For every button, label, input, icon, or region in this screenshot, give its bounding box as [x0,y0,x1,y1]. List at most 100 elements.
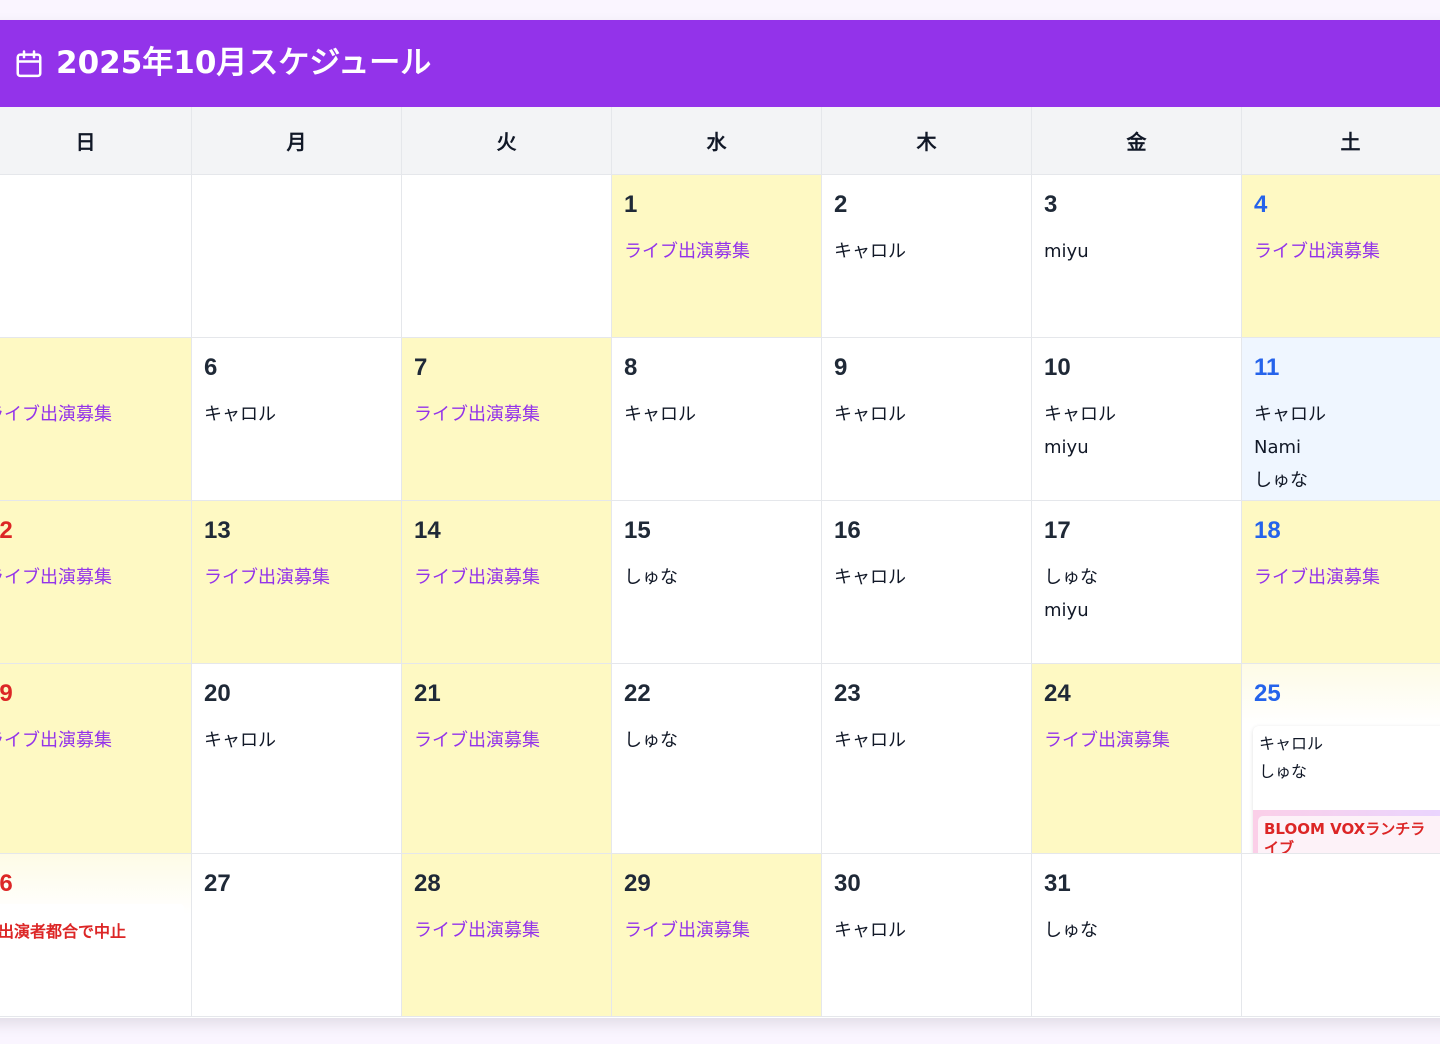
event-recruit[interactable]: ライブ出演募集 [624,914,750,947]
day-cell-7[interactable]: 7 ライブ出演募集 [402,338,612,501]
event-performer[interactable]: キャロル [1253,730,1440,758]
day-number: 8 [624,354,638,381]
calendar-header: 2025年10月スケジュール [0,20,1440,107]
day-cell-1[interactable]: 1 ライブ出演募集 [612,175,822,338]
event-performer[interactable]: miyu [1044,235,1089,268]
day-number: 24 [1044,680,1071,707]
calendar-icon [16,50,42,78]
day-cell-12[interactable]: 12 ライブ出演募集 [0,501,192,664]
day-cell-9[interactable]: 9 キャロル [822,338,1032,501]
event-performer[interactable]: miyu [1044,431,1116,464]
event-performer[interactable]: キャロル [834,724,906,757]
event-recruit[interactable]: ライブ出演募集 [1254,235,1380,268]
weekday-mon: 月 [192,107,402,175]
page-title: 2025年10月スケジュール [56,45,432,81]
day-cell-30[interactable]: 30 キャロル [822,854,1032,1017]
day-number: 28 [414,870,441,897]
day-number: 2 [834,191,848,218]
special-event-panel[interactable]: キャロル しゅな BLOOM VOXランチライブ [1253,726,1440,853]
weekday-sat: 土 [1242,107,1440,175]
event-performer[interactable]: しゅな [1044,561,1098,594]
day-cell-6[interactable]: 6 キャロル [192,338,402,501]
day-cell-19[interactable]: 19 ライブ出演募集 [0,664,192,854]
day-cell-24[interactable]: 24 ライブ出演募集 [1032,664,1242,854]
event-performer[interactable]: しゅな [1253,758,1440,786]
event-performer[interactable]: キャロル [204,724,276,757]
day-cell-16[interactable]: 16 キャロル [822,501,1032,664]
day-number: 11 [1254,354,1280,381]
day-number: 7 [414,354,428,381]
day-number: 21 [414,680,441,707]
day-number: 26 [0,870,13,897]
cancel-notice: 出演者都合で中止 [0,922,127,941]
event-performer[interactable]: キャロル [834,398,906,431]
weekday-fri: 金 [1032,107,1242,175]
day-cell-29[interactable]: 29 ライブ出演募集 [612,854,822,1017]
day-cell-22[interactable]: 22 しゅな [612,664,822,854]
event-performer[interactable]: キャロル [204,398,276,431]
event-recruit[interactable]: ライブ出演募集 [204,561,330,594]
day-cell-8[interactable]: 8 キャロル [612,338,822,501]
event-recruit[interactable]: ライブ出演募集 [624,235,750,268]
day-number: 9 [834,354,848,381]
event-recruit[interactable]: ライブ出演募集 [1044,724,1170,757]
event-performer[interactable]: キャロル [1254,398,1326,431]
day-cell-23[interactable]: 23 キャロル [822,664,1032,854]
day-cell-10[interactable]: 10 キャロル miyu [1032,338,1242,501]
event-recruit[interactable]: ライブ出演募集 [414,561,540,594]
day-number: 27 [204,870,231,897]
event-performer[interactable]: miyu [1044,594,1098,627]
event-performer[interactable]: しゅな [1044,914,1098,947]
weekday-sun: 日 [0,107,192,175]
day-cell-3[interactable]: 3 miyu [1032,175,1242,338]
day-cell-5[interactable]: 5 ライブ出演募集 [0,338,192,501]
event-recruit[interactable]: ライブ出演募集 [414,914,540,947]
day-cell-13[interactable]: 13 ライブ出演募集 [192,501,402,664]
day-cell-20[interactable]: 20 キャロル [192,664,402,854]
day-number: 17 [1044,517,1071,544]
event-recruit[interactable]: ライブ出演募集 [0,398,112,431]
event-recruit[interactable]: ライブ出演募集 [1254,561,1380,594]
day-number: 6 [204,354,218,381]
weekday-tue: 火 [402,107,612,175]
day-cell-18[interactable]: 18 ライブ出演募集 [1242,501,1440,664]
event-performer[interactable]: キャロル [624,398,696,431]
day-cell-21[interactable]: 21 ライブ出演募集 [402,664,612,854]
event-performer[interactable]: しゅな [1254,464,1326,497]
event-performer[interactable]: キャロル [834,235,906,268]
calendar-card: 2025年10月スケジュール 日 月 火 水 木 金 土 1 ライブ出演募集 2… [0,20,1440,1018]
day-cell-4[interactable]: 4 ライブ出演募集 [1242,175,1440,338]
event-performer[interactable]: Nami [1254,431,1326,464]
day-number: 30 [834,870,861,897]
event-recruit[interactable]: ライブ出演募集 [0,724,112,757]
day-cell-15[interactable]: 15 しゅな [612,501,822,664]
day-number: 13 [204,517,231,544]
special-event-title[interactable]: BLOOM VOXランチライブ [1258,816,1440,853]
day-number: 22 [624,680,651,707]
cancel-notice-panel: 出演者都合で中止 [0,904,184,1016]
event-recruit[interactable]: ライブ出演募集 [414,724,540,757]
event-performer[interactable]: しゅな [624,561,678,594]
day-cell-27[interactable]: 27 [192,854,402,1017]
day-number: 1 [624,191,638,218]
event-performer[interactable]: しゅな [624,724,678,757]
event-recruit[interactable]: ライブ出演募集 [414,398,540,431]
event-performer[interactable]: キャロル [834,914,906,947]
event-performer[interactable]: キャロル [834,561,906,594]
day-number: 16 [834,517,861,544]
day-cell-17[interactable]: 17 しゅな miyu [1032,501,1242,664]
special-event-banner: BLOOM VOXランチライブ [1253,810,1440,853]
day-cell-empty [402,175,612,338]
day-cell-28[interactable]: 28 ライブ出演募集 [402,854,612,1017]
day-number: 14 [414,517,441,544]
day-cell-11[interactable]: 11 キャロル Nami しゅな [1242,338,1440,501]
event-performer[interactable]: キャロル [1044,398,1116,431]
day-number: 18 [1254,517,1281,544]
day-cell-26[interactable]: 26 出演者都合で中止 [0,854,192,1017]
day-cell-25[interactable]: 25 キャロル しゅな BLOOM VOXランチライブ [1242,664,1440,854]
event-recruit[interactable]: ライブ出演募集 [0,561,112,594]
day-cell-31[interactable]: 31 しゅな [1032,854,1242,1017]
day-cell-14[interactable]: 14 ライブ出演募集 [402,501,612,664]
day-cell-2[interactable]: 2 キャロル [822,175,1032,338]
day-number: 10 [1044,354,1071,381]
